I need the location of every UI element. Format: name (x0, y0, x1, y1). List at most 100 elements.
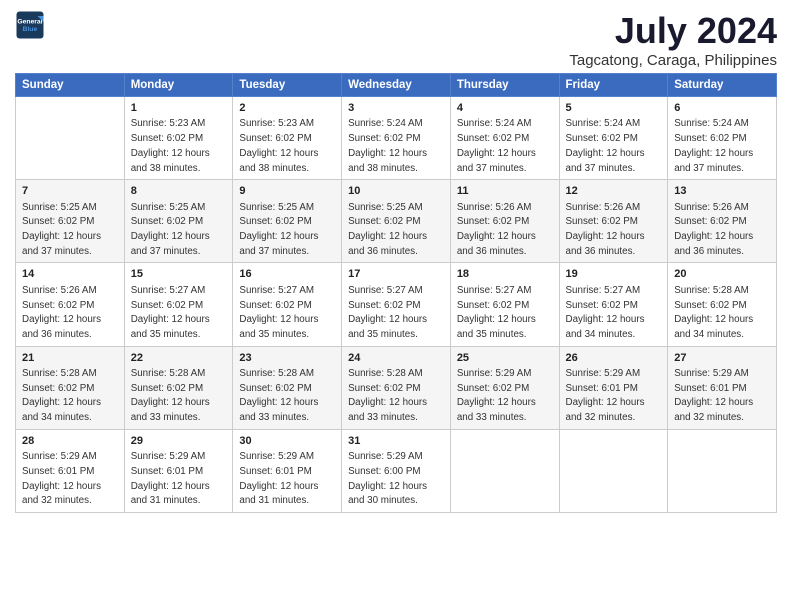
day-info: Sunrise: 5:23 AM Sunset: 6:02 PM Dayligh… (131, 118, 210, 173)
calendar-cell: 1 Sunrise: 5:23 AM Sunset: 6:02 PM Daylig… (124, 97, 233, 180)
day-number: 9 (239, 184, 335, 199)
day-header-saturday: Saturday (668, 74, 777, 97)
day-number: 30 (239, 434, 335, 449)
day-info: Sunrise: 5:25 AM Sunset: 6:02 PM Dayligh… (22, 202, 101, 257)
day-header-tuesday: Tuesday (233, 74, 342, 97)
day-info: Sunrise: 5:29 AM Sunset: 6:01 PM Dayligh… (131, 451, 210, 506)
calendar-cell: 6 Sunrise: 5:24 AM Sunset: 6:02 PM Daylig… (668, 97, 777, 180)
day-header-wednesday: Wednesday (342, 74, 451, 97)
calendar-cell: 24 Sunrise: 5:28 AM Sunset: 6:02 PM Dayli… (342, 346, 451, 429)
day-info: Sunrise: 5:24 AM Sunset: 6:02 PM Dayligh… (566, 118, 645, 173)
day-number: 17 (348, 267, 444, 282)
day-info: Sunrise: 5:26 AM Sunset: 6:02 PM Dayligh… (22, 285, 101, 340)
calendar-cell: 26 Sunrise: 5:29 AM Sunset: 6:01 PM Dayli… (559, 346, 668, 429)
day-number: 29 (131, 434, 227, 449)
day-header-sunday: Sunday (16, 74, 125, 97)
day-number: 12 (566, 184, 662, 199)
day-info: Sunrise: 5:27 AM Sunset: 6:02 PM Dayligh… (348, 285, 427, 340)
svg-text:General: General (17, 19, 42, 26)
calendar-cell: 10Sunrise: 5:25 AM Sunset: 6:02 PM Dayli… (342, 180, 451, 263)
day-number: 25 (457, 351, 553, 366)
calendar-cell (668, 429, 777, 512)
day-number: 28 (22, 434, 118, 449)
day-number: 3 (348, 101, 444, 116)
week-row-5: 28 Sunrise: 5:29 AM Sunset: 6:01 PM Dayli… (16, 429, 777, 512)
day-info: Sunrise: 5:29 AM Sunset: 6:02 PM Dayligh… (457, 368, 536, 423)
subtitle: Tagcatong, Caraga, Philippines (569, 52, 777, 69)
calendar-cell: 16 Sunrise: 5:27 AM Sunset: 6:02 PM Dayli… (233, 263, 342, 346)
day-info: Sunrise: 5:29 AM Sunset: 6:01 PM Dayligh… (566, 368, 645, 423)
day-number: 4 (457, 101, 553, 116)
day-info: Sunrise: 5:25 AM Sunset: 6:02 PM Dayligh… (239, 202, 318, 257)
calendar-cell: 20 Sunrise: 5:28 AM Sunset: 6:02 PM Dayli… (668, 263, 777, 346)
day-number: 14 (22, 267, 118, 282)
calendar-cell (16, 97, 125, 180)
calendar-table: SundayMondayTuesdayWednesdayThursdayFrid… (15, 73, 777, 513)
day-number: 7 (22, 184, 118, 199)
day-number: 13 (674, 184, 770, 199)
day-info: Sunrise: 5:27 AM Sunset: 6:02 PM Dayligh… (131, 285, 210, 340)
day-number: 26 (566, 351, 662, 366)
calendar-cell: 4 Sunrise: 5:24 AM Sunset: 6:02 PM Daylig… (450, 97, 559, 180)
calendar-cell: 18 Sunrise: 5:27 AM Sunset: 6:02 PM Dayli… (450, 263, 559, 346)
svg-text:Blue: Blue (23, 26, 38, 33)
day-info: Sunrise: 5:26 AM Sunset: 6:02 PM Dayligh… (674, 202, 753, 257)
day-number: 6 (674, 101, 770, 116)
day-number: 21 (22, 351, 118, 366)
title-section: July 2024 Tagcatong, Caraga, Philippines (569, 10, 777, 69)
day-info: Sunrise: 5:29 AM Sunset: 6:01 PM Dayligh… (22, 451, 101, 506)
day-info: Sunrise: 5:24 AM Sunset: 6:02 PM Dayligh… (457, 118, 536, 173)
day-info: Sunrise: 5:23 AM Sunset: 6:02 PM Dayligh… (239, 118, 318, 173)
logo-icon: General Blue (15, 10, 45, 40)
day-info: Sunrise: 5:28 AM Sunset: 6:02 PM Dayligh… (22, 368, 101, 423)
calendar-cell: 22 Sunrise: 5:28 AM Sunset: 6:02 PM Dayli… (124, 346, 233, 429)
day-number: 8 (131, 184, 227, 199)
day-info: Sunrise: 5:26 AM Sunset: 6:02 PM Dayligh… (457, 202, 536, 257)
day-number: 18 (457, 267, 553, 282)
calendar-cell: 11 Sunrise: 5:26 AM Sunset: 6:02 PM Dayli… (450, 180, 559, 263)
week-row-2: 7 Sunrise: 5:25 AM Sunset: 6:02 PM Daylig… (16, 180, 777, 263)
day-info: Sunrise: 5:26 AM Sunset: 6:02 PM Dayligh… (566, 202, 645, 257)
calendar-cell: 21 Sunrise: 5:28 AM Sunset: 6:02 PM Dayli… (16, 346, 125, 429)
day-number: 15 (131, 267, 227, 282)
day-number: 31 (348, 434, 444, 449)
calendar-cell: 8 Sunrise: 5:25 AM Sunset: 6:02 PM Daylig… (124, 180, 233, 263)
calendar-cell (559, 429, 668, 512)
week-row-1: 1 Sunrise: 5:23 AM Sunset: 6:02 PM Daylig… (16, 97, 777, 180)
day-number: 16 (239, 267, 335, 282)
day-number: 24 (348, 351, 444, 366)
logo: General Blue (15, 10, 45, 40)
day-info: Sunrise: 5:28 AM Sunset: 6:02 PM Dayligh… (674, 285, 753, 340)
calendar-cell: 14 Sunrise: 5:26 AM Sunset: 6:02 PM Dayli… (16, 263, 125, 346)
calendar-cell: 13 Sunrise: 5:26 AM Sunset: 6:02 PM Dayli… (668, 180, 777, 263)
header: General Blue July 2024 Tagcatong, Caraga… (15, 10, 777, 69)
calendar-cell: 7 Sunrise: 5:25 AM Sunset: 6:02 PM Daylig… (16, 180, 125, 263)
day-info: Sunrise: 5:29 AM Sunset: 6:01 PM Dayligh… (674, 368, 753, 423)
calendar-header-row: SundayMondayTuesdayWednesdayThursdayFrid… (16, 74, 777, 97)
day-number: 2 (239, 101, 335, 116)
day-info: Sunrise: 5:24 AM Sunset: 6:02 PM Dayligh… (674, 118, 753, 173)
day-info: Sunrise: 5:27 AM Sunset: 6:02 PM Dayligh… (457, 285, 536, 340)
calendar-cell: 25 Sunrise: 5:29 AM Sunset: 6:02 PM Dayli… (450, 346, 559, 429)
day-number: 1 (131, 101, 227, 116)
day-number: 5 (566, 101, 662, 116)
main-title: July 2024 (569, 10, 777, 52)
day-number: 11 (457, 184, 553, 199)
day-info: Sunrise: 5:25 AM Sunset: 6:02 PM Dayligh… (348, 202, 427, 257)
day-number: 20 (674, 267, 770, 282)
day-info: Sunrise: 5:25 AM Sunset: 6:02 PM Dayligh… (131, 202, 210, 257)
calendar-cell: 2 Sunrise: 5:23 AM Sunset: 6:02 PM Daylig… (233, 97, 342, 180)
calendar-cell: 19Sunrise: 5:27 AM Sunset: 6:02 PM Dayli… (559, 263, 668, 346)
calendar-cell: 29 Sunrise: 5:29 AM Sunset: 6:01 PM Dayli… (124, 429, 233, 512)
day-info: Sunrise: 5:28 AM Sunset: 6:02 PM Dayligh… (131, 368, 210, 423)
day-number: 22 (131, 351, 227, 366)
calendar-cell: 15 Sunrise: 5:27 AM Sunset: 6:02 PM Dayli… (124, 263, 233, 346)
day-info: Sunrise: 5:27 AM Sunset: 6:02 PM Dayligh… (239, 285, 318, 340)
week-row-4: 21 Sunrise: 5:28 AM Sunset: 6:02 PM Dayli… (16, 346, 777, 429)
day-number: 19 (566, 267, 662, 282)
day-header-thursday: Thursday (450, 74, 559, 97)
day-info: Sunrise: 5:29 AM Sunset: 6:00 PM Dayligh… (348, 451, 427, 506)
calendar-cell: 5 Sunrise: 5:24 AM Sunset: 6:02 PM Daylig… (559, 97, 668, 180)
calendar-cell: 17 Sunrise: 5:27 AM Sunset: 6:02 PM Dayli… (342, 263, 451, 346)
day-info: Sunrise: 5:28 AM Sunset: 6:02 PM Dayligh… (348, 368, 427, 423)
